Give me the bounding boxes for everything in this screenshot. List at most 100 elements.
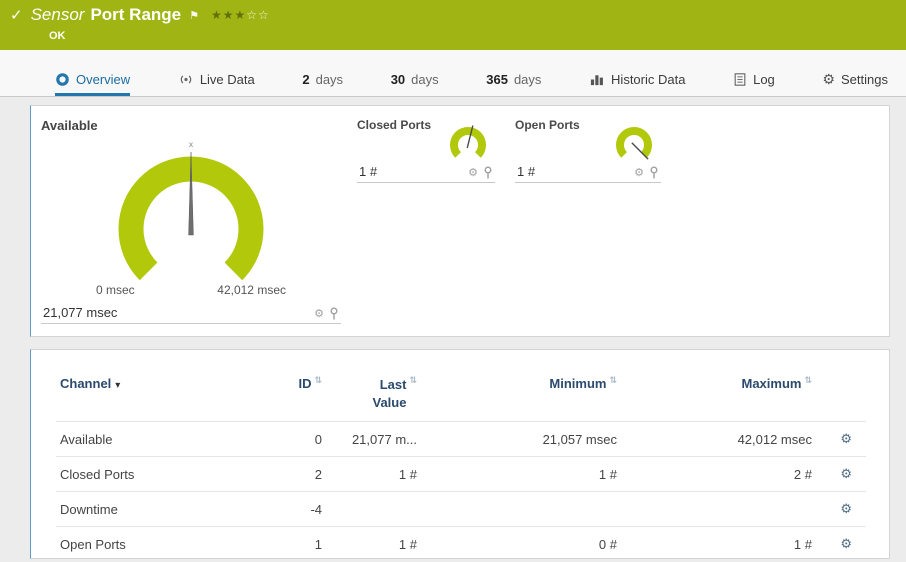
tab-30-days[interactable]: 30 days xyxy=(391,50,439,96)
status-badge: OK xyxy=(49,30,66,42)
channels-panel: Channel ▾ ID ⇅ Last Value⇅ Minimum ⇅ Maximu… xyxy=(30,349,890,559)
available-gauge: x xyxy=(118,139,264,281)
gauge-settings-gear-icon[interactable]: ⚙ xyxy=(314,308,324,319)
tab-settings[interactable]: ⚙ Settings xyxy=(822,50,888,96)
gauge-min-label: 0 msec xyxy=(96,283,135,297)
cell-channel: Closed Ports xyxy=(56,456,236,492)
sort-icon: ⇅ xyxy=(609,376,617,386)
gauge-open-ports-value: 1 # xyxy=(517,164,536,179)
tab-365-days[interactable]: 365 days xyxy=(486,50,541,96)
channel-settings-gear-icon[interactable]: ⚙ xyxy=(840,502,852,517)
channel-settings-gear-icon[interactable]: ⚙ xyxy=(840,432,852,447)
column-header-id[interactable]: ID ⇅ xyxy=(236,374,326,422)
priority-stars-filled[interactable]: ★★★ xyxy=(211,8,246,22)
table-row-closed-ports: Closed Ports 2 1 # 1 # 2 # ⚙ xyxy=(56,456,866,492)
column-header-channel-label: Channel xyxy=(60,376,112,391)
cell-channel: Available xyxy=(56,421,236,457)
column-header-minimum-label: Minimum xyxy=(549,376,607,391)
pin-icon[interactable] xyxy=(329,307,339,320)
gauge-available-value: 21,077 msec xyxy=(43,305,118,320)
cell-id: -4 xyxy=(236,491,326,527)
channels-table: Channel ▾ ID ⇅ Last Value⇅ Minimum ⇅ Maximu… xyxy=(56,374,866,558)
tab-settings-label: Settings xyxy=(840,72,888,87)
tab-2-days-label: days xyxy=(315,72,344,87)
tab-live-data[interactable]: Live Data xyxy=(178,50,255,96)
pin-icon[interactable] xyxy=(649,166,659,179)
sensor-kind-label: Sensor xyxy=(30,5,85,24)
overview-icon xyxy=(56,73,69,86)
tab-log-label: Log xyxy=(753,72,775,87)
cell-last-value: 1 # xyxy=(326,456,421,492)
cell-minimum: 1 # xyxy=(421,456,621,492)
sort-icon: ⇅ xyxy=(804,376,812,386)
cell-last-value xyxy=(326,491,421,527)
column-header-channel[interactable]: Channel ▾ xyxy=(56,374,236,422)
column-header-last-value[interactable]: Last Value⇅ xyxy=(326,374,421,422)
tab-30-days-number: 30 xyxy=(390,72,406,87)
column-header-maximum[interactable]: Maximum ⇅ xyxy=(621,374,816,422)
tab-2-days-number: 2 xyxy=(302,72,310,87)
page-title: Port Range xyxy=(90,5,182,24)
cell-maximum: 1 # xyxy=(621,526,816,558)
tab-live-data-label: Live Data xyxy=(199,72,255,87)
open-ports-gauge xyxy=(616,127,652,160)
priority-stars[interactable]: ★★★☆☆ xyxy=(211,8,270,22)
gauge-settings-gear-icon[interactable]: ⚙ xyxy=(468,167,478,178)
gauge-block-available: Available x 0 msec 42,012 msec 21,077 ms… xyxy=(41,118,341,324)
cell-id: 0 xyxy=(236,421,326,457)
cell-id: 2 xyxy=(236,456,326,492)
closed-ports-gauge xyxy=(450,125,486,158)
channel-settings-gear-icon[interactable]: ⚙ xyxy=(840,467,852,482)
table-row-downtime: Downtime -4 ⚙ xyxy=(56,491,866,527)
priority-stars-empty[interactable]: ☆☆ xyxy=(246,8,270,22)
gauge-block-closed-ports: Closed Ports 1 # ⚙ xyxy=(357,118,495,183)
cell-minimum xyxy=(421,491,621,527)
historic-data-icon xyxy=(590,75,603,86)
tab-historic-data-label: Historic Data xyxy=(611,72,686,87)
gauge-settings-gear-icon[interactable]: ⚙ xyxy=(634,167,644,178)
sort-icon: ⇅ xyxy=(409,376,417,386)
tab-365-days-label: days xyxy=(513,72,542,87)
tab-bar: Overview Live Data 2 days 30 days 365 da… xyxy=(0,50,906,97)
tab-2-days[interactable]: 2 days xyxy=(302,50,343,96)
column-header-actions xyxy=(816,374,866,422)
cell-maximum xyxy=(621,491,816,527)
column-header-id-label: ID xyxy=(298,376,312,391)
cell-maximum: 2 # xyxy=(621,456,816,492)
cell-channel: Open Ports xyxy=(56,526,236,558)
tab-overview[interactable]: Overview xyxy=(55,50,131,96)
gauge-closed-ports-value: 1 # xyxy=(359,164,378,179)
tab-overview-label: Overview xyxy=(76,72,131,87)
table-row-open-ports: Open Ports 1 1 # 0 # 1 # ⚙ xyxy=(56,526,866,558)
live-data-icon xyxy=(180,75,192,84)
gauges-panel: Available x 0 msec 42,012 msec 21,077 ms… xyxy=(30,105,890,337)
cell-channel: Downtime xyxy=(56,491,236,527)
pin-icon[interactable] xyxy=(483,166,493,179)
gauge-block-open-ports: Open Ports 1 # ⚙ xyxy=(515,118,661,183)
settings-gear-icon: ⚙ xyxy=(822,71,835,88)
content-area: Available x 0 msec 42,012 msec 21,077 ms… xyxy=(0,97,906,559)
cell-id: 1 xyxy=(236,526,326,558)
sort-desc-icon: ▾ xyxy=(115,380,121,391)
cell-maximum: 42,012 msec xyxy=(621,421,816,457)
status-check-icon: ✓ xyxy=(10,6,23,24)
gauge-max-label: 42,012 msec xyxy=(217,283,286,297)
log-icon xyxy=(734,73,746,86)
column-header-minimum[interactable]: Minimum ⇅ xyxy=(421,374,621,422)
column-header-maximum-label: Maximum xyxy=(741,376,802,391)
cell-last-value: 1 # xyxy=(326,526,421,558)
sort-icon: ⇅ xyxy=(314,376,322,386)
tab-historic-data[interactable]: Historic Data xyxy=(589,50,685,96)
cell-minimum: 0 # xyxy=(421,526,621,558)
column-header-last-value-label: Last Value xyxy=(372,377,407,410)
flag-icon[interactable]: ⚑ xyxy=(189,9,199,22)
cell-last-value: 21,077 m... xyxy=(326,421,421,457)
needle-marker: x xyxy=(189,139,194,149)
sensor-header-bar: ✓ Sensor Port Range ⚑ ★★★☆☆ OK xyxy=(0,0,906,50)
tab-30-days-label: days xyxy=(411,72,439,87)
gauge-available-title: Available xyxy=(41,118,98,133)
channel-settings-gear-icon[interactable]: ⚙ xyxy=(840,537,852,552)
tab-365-days-number: 365 xyxy=(486,72,508,87)
tab-log[interactable]: Log xyxy=(733,50,775,96)
table-row-available: Available 0 21,077 m... 21,057 msec 42,0… xyxy=(56,421,866,457)
